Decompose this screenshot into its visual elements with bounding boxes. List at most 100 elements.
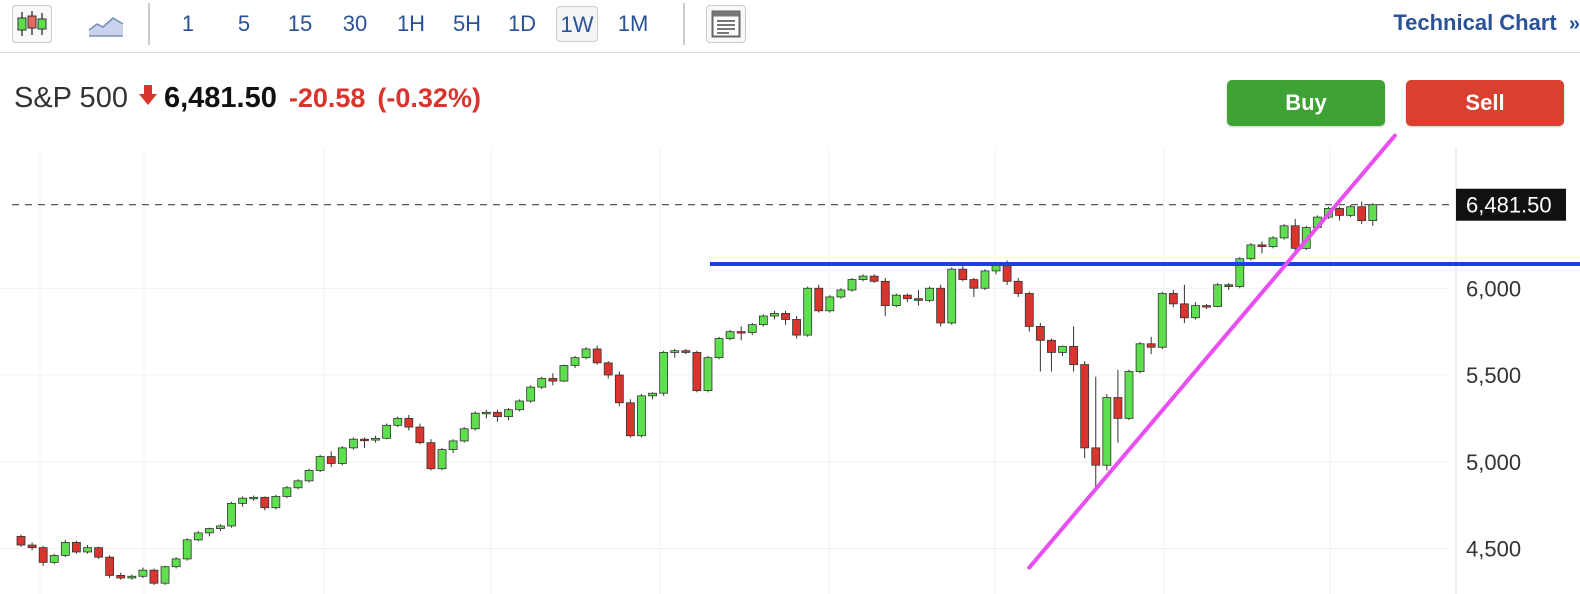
timeframe-1[interactable]: 1 [172, 6, 204, 42]
chart-toolbar: 1 5 15 30 1H 5H 1D 1W 1M Technical Chart… [0, 0, 1580, 53]
candle-body [138, 569, 148, 577]
candle-body [836, 289, 846, 298]
candle-body [825, 296, 835, 312]
y-tick-label: 5,000 [1466, 450, 1521, 475]
timeframe-1d[interactable]: 1D [500, 6, 544, 42]
candle-body [1290, 225, 1300, 249]
candle-body [1191, 305, 1200, 319]
candle-body [559, 365, 569, 382]
candle-body [681, 350, 691, 353]
candle-body [49, 555, 59, 563]
candle-body [204, 528, 214, 534]
price-chart[interactable]: 4,500 5,000 5,500 6,000 6,481.50 [0, 130, 1580, 594]
candle-body [1257, 244, 1267, 248]
candle-body [548, 378, 558, 382]
timeframe-30[interactable]: 30 [335, 6, 375, 42]
candle-body [260, 496, 270, 509]
candle-body [659, 352, 669, 394]
candle-body [415, 426, 425, 444]
candle-body [304, 470, 314, 482]
candle-body [493, 411, 502, 418]
candle-body [947, 268, 957, 324]
price-change-percent: (-0.32%) [377, 82, 481, 113]
candle-body [293, 480, 303, 489]
technical-chart-label: Technical Chart [1393, 10, 1557, 35]
candle-body [1124, 371, 1134, 419]
timeframe-1w[interactable]: 1W [556, 6, 598, 42]
double-chevron-right-icon: » [1568, 13, 1580, 35]
candle-body [271, 496, 281, 509]
candle-body [1224, 284, 1234, 287]
candle-body [1268, 237, 1278, 248]
candle-body [238, 497, 248, 504]
candle-body [371, 437, 380, 441]
candle-body [481, 411, 491, 415]
candle-body [747, 324, 757, 333]
candle-body [1180, 303, 1189, 319]
candle-body [1146, 343, 1156, 348]
candle-body [1279, 225, 1289, 239]
candle-body [614, 374, 624, 404]
candle-body [1080, 364, 1090, 449]
candle-body [692, 352, 702, 392]
candle-body [1002, 265, 1012, 282]
candle-body [991, 265, 1001, 272]
y-tick-label: 4,500 [1466, 537, 1521, 562]
candle-body [781, 313, 790, 320]
candle-body [703, 357, 713, 392]
candle-body [227, 502, 236, 527]
down-arrow-icon [138, 84, 158, 112]
candle-body [94, 547, 103, 558]
candle-body [105, 556, 115, 576]
technical-chart-link[interactable]: Technical Chart » [1393, 10, 1580, 36]
sell-button[interactable]: Sell [1406, 80, 1564, 126]
candle-body [382, 424, 392, 439]
candle-body [504, 409, 513, 418]
candle-body [858, 275, 868, 280]
layout-panel-icon[interactable] [706, 5, 746, 43]
last-price-label: 6,481.50 [1466, 193, 1552, 218]
candle-body [1058, 345, 1067, 353]
buy-button[interactable]: Buy [1227, 80, 1385, 126]
candle-body [570, 357, 580, 366]
last-price: 6,481.50 [163, 81, 277, 114]
candle-body [1091, 447, 1101, 466]
candle-body [404, 417, 414, 428]
candle-body [282, 487, 292, 497]
candlestick-icon[interactable] [12, 5, 52, 43]
candle-body [515, 400, 524, 411]
timeframe-15[interactable]: 15 [280, 6, 320, 42]
candle-body [193, 532, 203, 541]
candle-body [182, 539, 192, 560]
candle-body [1246, 244, 1256, 260]
candle-body [1368, 204, 1378, 221]
trend-line[interactable] [1027, 133, 1397, 570]
candle-body [459, 428, 469, 442]
candle-body [1168, 293, 1178, 305]
candle-body [38, 547, 48, 563]
candle-body [470, 412, 480, 430]
timeframe-1m[interactable]: 1M [610, 6, 656, 42]
candle-body [1013, 280, 1023, 294]
candle-body [337, 447, 347, 464]
candle-body [526, 386, 536, 402]
timeframe-1h[interactable]: 1H [390, 6, 432, 42]
candle-body [869, 275, 879, 282]
candle-body [426, 442, 436, 470]
timeframe-5[interactable]: 5 [228, 6, 260, 42]
candle-body [1157, 293, 1167, 348]
candle-body [725, 331, 735, 339]
candle-body [903, 294, 912, 300]
candle-body [980, 270, 990, 289]
line-chart-icon[interactable] [86, 5, 126, 43]
candle-body [116, 574, 126, 579]
candle-body [581, 348, 591, 359]
candle-body [149, 569, 159, 584]
candle-body [714, 338, 724, 359]
candle-body [958, 268, 968, 280]
candle-body [72, 542, 81, 553]
candle-body [814, 287, 824, 312]
candle-body [171, 558, 181, 568]
timeframe-5h[interactable]: 5H [446, 6, 488, 42]
candle-body [880, 280, 890, 306]
